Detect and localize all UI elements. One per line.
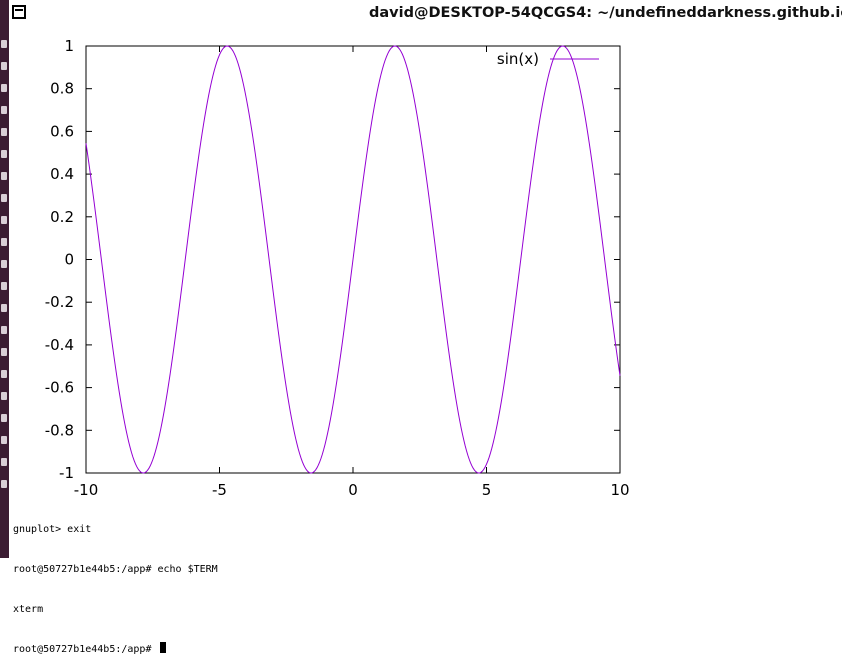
y-tick-label: 0 xyxy=(64,251,74,269)
terminal-prompt: root@50727b1e44b5:/app# xyxy=(13,644,158,656)
y-tick-label: 0.6 xyxy=(50,122,74,140)
terminal-output[interactable]: gnuplot> exit root@50727b1e44b5:/app# ec… xyxy=(13,497,833,669)
y-tick-label: 1 xyxy=(64,37,74,55)
y-tick-label: -0.4 xyxy=(45,336,74,354)
y-tick-label: 0.8 xyxy=(50,80,74,98)
y-tick-label: 0.2 xyxy=(50,208,74,226)
terminal-prompt-line[interactable]: root@50727b1e44b5:/app# xyxy=(13,642,833,655)
gnuplot-chart: 10.80.60.40.20-0.2-0.4-0.6-0.8-1-10 -5 0 5 1… xyxy=(45,37,630,499)
terminal-line: gnuplot> exit xyxy=(13,524,92,536)
y-tick-label: -0.6 xyxy=(45,379,74,397)
legend-label: sin(x) xyxy=(497,50,539,68)
y-tick-label: -0.8 xyxy=(45,421,74,439)
series-line-sin xyxy=(85,45,621,474)
terminal-line: xterm xyxy=(13,603,44,615)
y-tick-label: -1 xyxy=(59,464,74,482)
y-tick-label: 0.4 xyxy=(50,165,74,183)
terminal-line: root@50727b1e44b5:/app# echo $TERM xyxy=(13,564,218,575)
terminal-cursor xyxy=(159,642,166,654)
y-tick-label: -0.2 xyxy=(45,293,74,311)
